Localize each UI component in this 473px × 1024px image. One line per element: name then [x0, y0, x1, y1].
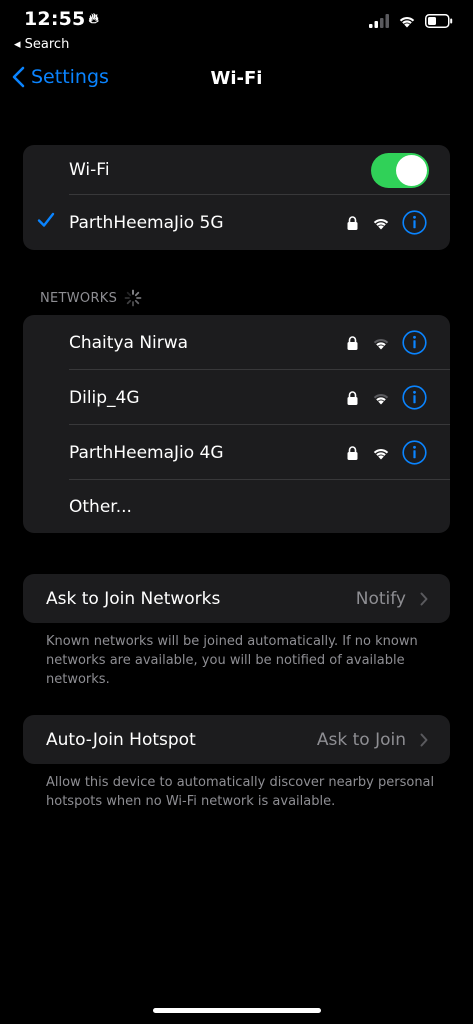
status-bar-time: 12:55 🔥︎ [24, 8, 99, 30]
checkmark-icon [37, 212, 55, 227]
network-row[interactable]: Chaitya Nirwa [23, 315, 450, 370]
network-name: Dilip_4G [69, 387, 140, 408]
wifi-signal-icon [373, 448, 389, 459]
lock-icon [347, 390, 358, 405]
chevron-right-icon [420, 592, 428, 606]
toggle-knob [396, 155, 427, 186]
network-status-icons [347, 210, 427, 235]
other-network-row[interactable]: Other... [23, 480, 450, 533]
network-name: Chaitya Nirwa [69, 332, 189, 353]
auto-join-hotspot-group: Auto-Join Hotspot Ask to Join [23, 715, 450, 764]
connected-network-row[interactable]: ParthHeemaJio 5G [23, 195, 450, 250]
info-icon[interactable] [402, 330, 427, 355]
wifi-status-icon [399, 17, 415, 28]
auto-join-hotspot-footnote: Allow this device to automatically disco… [46, 775, 435, 809]
auto-join-hotspot-label: Auto-Join Hotspot [46, 729, 196, 750]
status-time-text: 12:55 [24, 8, 86, 30]
ask-to-join-footnote: Known networks will be joined automatica… [46, 634, 418, 687]
network-status-icons [347, 440, 427, 465]
networks-section-header: NETWORKS [40, 289, 142, 307]
chevron-right-icon [420, 733, 428, 747]
ask-to-join-value: Notify [355, 588, 406, 609]
wifi-settings-screen: 12:55 🔥︎ ◂ Search Settings Wi-Fi Wi-Fi P… [0, 0, 473, 1024]
network-row[interactable]: Dilip_4G [23, 370, 450, 425]
wifi-signal-icon [373, 338, 389, 349]
ask-to-join-label: Ask to Join Networks [46, 588, 221, 609]
network-status-icons [347, 330, 427, 355]
lock-icon [347, 445, 358, 460]
home-indicator[interactable] [153, 1008, 321, 1013]
lock-icon [347, 215, 358, 230]
wifi-signal-icon [373, 218, 389, 229]
wifi-toggle-switch[interactable] [371, 153, 429, 188]
networks-header-label: NETWORKS [40, 290, 118, 306]
loading-spinner-icon [124, 289, 142, 307]
info-icon[interactable] [402, 440, 427, 465]
ask-to-join-group: Ask to Join Networks Notify [23, 574, 450, 623]
status-icons [369, 14, 453, 28]
auto-join-hotspot-value: Ask to Join [316, 729, 406, 750]
info-icon[interactable] [402, 385, 427, 410]
info-icon[interactable] [402, 210, 427, 235]
back-to-search-link[interactable]: ◂ Search [14, 37, 69, 52]
wifi-toggle-group: Wi-Fi ParthHeemaJio 5G [23, 145, 450, 250]
ask-to-join-row[interactable]: Ask to Join Networks Notify [23, 574, 450, 623]
wifi-signal-icon [373, 393, 389, 404]
lock-icon [347, 335, 358, 350]
page-title: Wi-Fi [210, 68, 263, 89]
network-status-icons [347, 385, 427, 410]
network-name: ParthHeemaJio 4G [69, 442, 224, 463]
networks-list: Chaitya Nirwa Dilip_4G ParthHeemaJio 4G [23, 315, 450, 533]
hotspot-flame-icon: 🔥︎ [88, 11, 99, 27]
auto-join-hotspot-row[interactable]: Auto-Join Hotspot Ask to Join [23, 715, 450, 764]
network-row[interactable]: ParthHeemaJio 4G [23, 425, 450, 480]
connected-network-name: ParthHeemaJio 5G [69, 212, 224, 233]
wifi-toggle-row: Wi-Fi [23, 145, 450, 195]
wifi-toggle-label: Wi-Fi [69, 160, 110, 180]
cellular-signal-icon [369, 14, 389, 28]
other-network-label: Other... [69, 496, 132, 517]
battery-icon [425, 14, 453, 28]
